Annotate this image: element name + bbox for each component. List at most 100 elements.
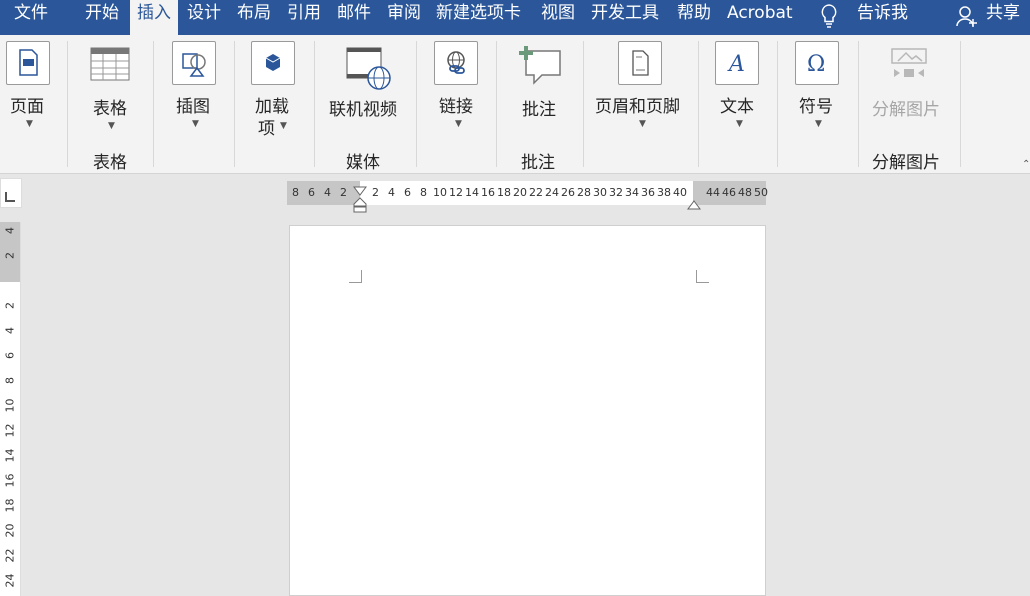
addins-icon [251,41,295,85]
collapse-ribbon-icon[interactable]: ⌃ [1022,159,1030,170]
online-video-button[interactable]: 联机视频 [322,35,406,140]
ruler-tick: 10 [433,186,447,199]
addins-button[interactable]: 加载 项 ▼ [244,35,304,140]
ruler-tick: 50 [754,186,768,199]
addins-label-line2: 项 [258,119,275,139]
omega-icon: Ω [795,41,839,85]
ruler-tick: 32 [609,186,623,199]
ruler-tick: 2 [3,252,17,259]
table-icon [90,47,130,81]
separator [416,41,417,167]
tab-layout[interactable]: 布局 [237,0,271,35]
symbol-button[interactable]: Ω 符号 ▼ [788,35,848,140]
ruler-tick: 46 [722,186,736,199]
share-button[interactable]: 共享 [986,0,1020,35]
ruler-tick: 26 [561,186,575,199]
group-label-media: 媒体 [346,153,380,173]
new-comment-button[interactable]: 批注 [506,35,576,140]
chevron-down-icon: ▼ [26,119,33,129]
ruler-tick: 18 [497,186,511,199]
ruler-tick: 4 [3,227,17,234]
tab-new[interactable]: 新建选项卡 [436,0,521,35]
tab-acrobat[interactable]: Acrobat [727,0,793,35]
text-button[interactable]: A 文本 ▼ [708,35,768,140]
ruler-tick: 16 [3,473,17,488]
text-icon: A [715,41,759,85]
comment-label: 批注 [522,100,556,120]
header-footer-label: 页眉和页脚 [595,97,680,117]
symbol-label: 符号 [799,97,833,117]
ruler-tick: 28 [577,186,591,199]
ruler-tick: 14 [465,186,479,199]
ribbon-tab-bar: 文件 开始 插入 设计 布局 引用 邮件 审阅 新建选项卡 视图 开发工具 帮助… [0,0,1030,35]
separator [496,41,497,167]
ruler-tick: 22 [3,548,17,563]
separator [777,41,778,167]
ruler-tick: 8 [3,377,17,384]
ruler-tick: 4 [324,186,331,199]
illustrations-button[interactable]: 插图 ▼ [165,35,225,140]
lightbulb-icon[interactable] [820,3,838,29]
first-line-indent-marker[interactable] [353,181,367,196]
ruler-tick: 20 [513,186,527,199]
separator [583,41,584,167]
ruler-tick: 16 [481,186,495,199]
chevron-down-icon: ▼ [192,119,199,129]
ruler-tick: 36 [641,186,655,199]
ruler-tick: 4 [388,186,395,199]
tab-view[interactable]: 视图 [541,0,575,35]
ribbon: 页面 ▼ 表格 ▼ 表格 插图 ▼ 加载 项 ▼ 联机视频 媒体 链接 ▼ 批注… [0,35,1030,174]
split-picture-button[interactable]: 分解图片 [866,35,952,140]
chevron-down-icon: ▼ [455,119,462,129]
online-video-label: 联机视频 [329,100,397,120]
ruler-tick: 12 [3,423,17,438]
separator [960,41,961,167]
link-label: 链接 [439,97,473,117]
tab-design[interactable]: 设计 [187,0,221,35]
tab-mailings[interactable]: 邮件 [337,0,371,35]
right-indent-marker[interactable] [687,195,701,210]
tab-selector[interactable] [0,178,22,208]
ruler-tick: 22 [529,186,543,199]
ruler-tick: 6 [3,352,17,359]
ruler-tick: 38 [657,186,671,199]
horizontal-ruler[interactable]: 8 6 4 2 2 4 6 8 10 12 14 16 18 20 22 24 … [287,181,768,213]
separator [858,41,859,167]
comment-icon [516,43,562,87]
chevron-down-icon: ▼ [639,119,646,129]
tab-developer[interactable]: 开发工具 [591,0,659,35]
page-label: 页面 [10,97,44,117]
header-footer-button[interactable]: 页眉和页脚 ▼ [590,35,692,140]
user-share-icon[interactable] [955,4,979,28]
separator [234,41,235,167]
ruler-tick: 6 [404,186,411,199]
left-indent-marker[interactable] [353,197,367,213]
tab-home[interactable]: 开始 [85,0,119,35]
group-label-comments: 批注 [521,153,555,173]
vertical-ruler[interactable]: 4 2 2 4 6 8 10 12 14 16 18 20 22 24 [0,222,21,596]
tell-me-search[interactable]: 告诉我 [857,0,908,35]
chevron-down-icon: ▼ [280,121,287,131]
table-button[interactable]: 表格 ▼ [80,35,142,140]
tab-file[interactable]: 文件 [14,0,48,35]
ruler-tick: 2 [372,186,379,199]
ruler-tick: 44 [706,186,720,199]
tab-help[interactable]: 帮助 [677,0,711,35]
ruler-tick: 40 [673,186,687,199]
svg-text:Ω: Ω [807,52,825,77]
document-page[interactable] [289,225,766,596]
ruler-tick: 2 [340,186,347,199]
left-tab-icon [5,192,15,202]
ruler-tick: 48 [738,186,752,199]
tab-references[interactable]: 引用 [287,0,321,35]
ruler-tick: 8 [292,186,299,199]
tab-insert[interactable]: 插入 [130,0,178,35]
svg-text:A: A [727,52,745,77]
page-button[interactable]: 页面 ▼ [0,35,60,140]
illustrations-label: 插图 [176,97,210,117]
link-button[interactable]: 链接 ▼ [428,35,488,140]
top-left-margin-mark [349,270,362,283]
page-icon [6,41,50,85]
tab-review[interactable]: 审阅 [387,0,421,35]
ruler-tick: 30 [593,186,607,199]
